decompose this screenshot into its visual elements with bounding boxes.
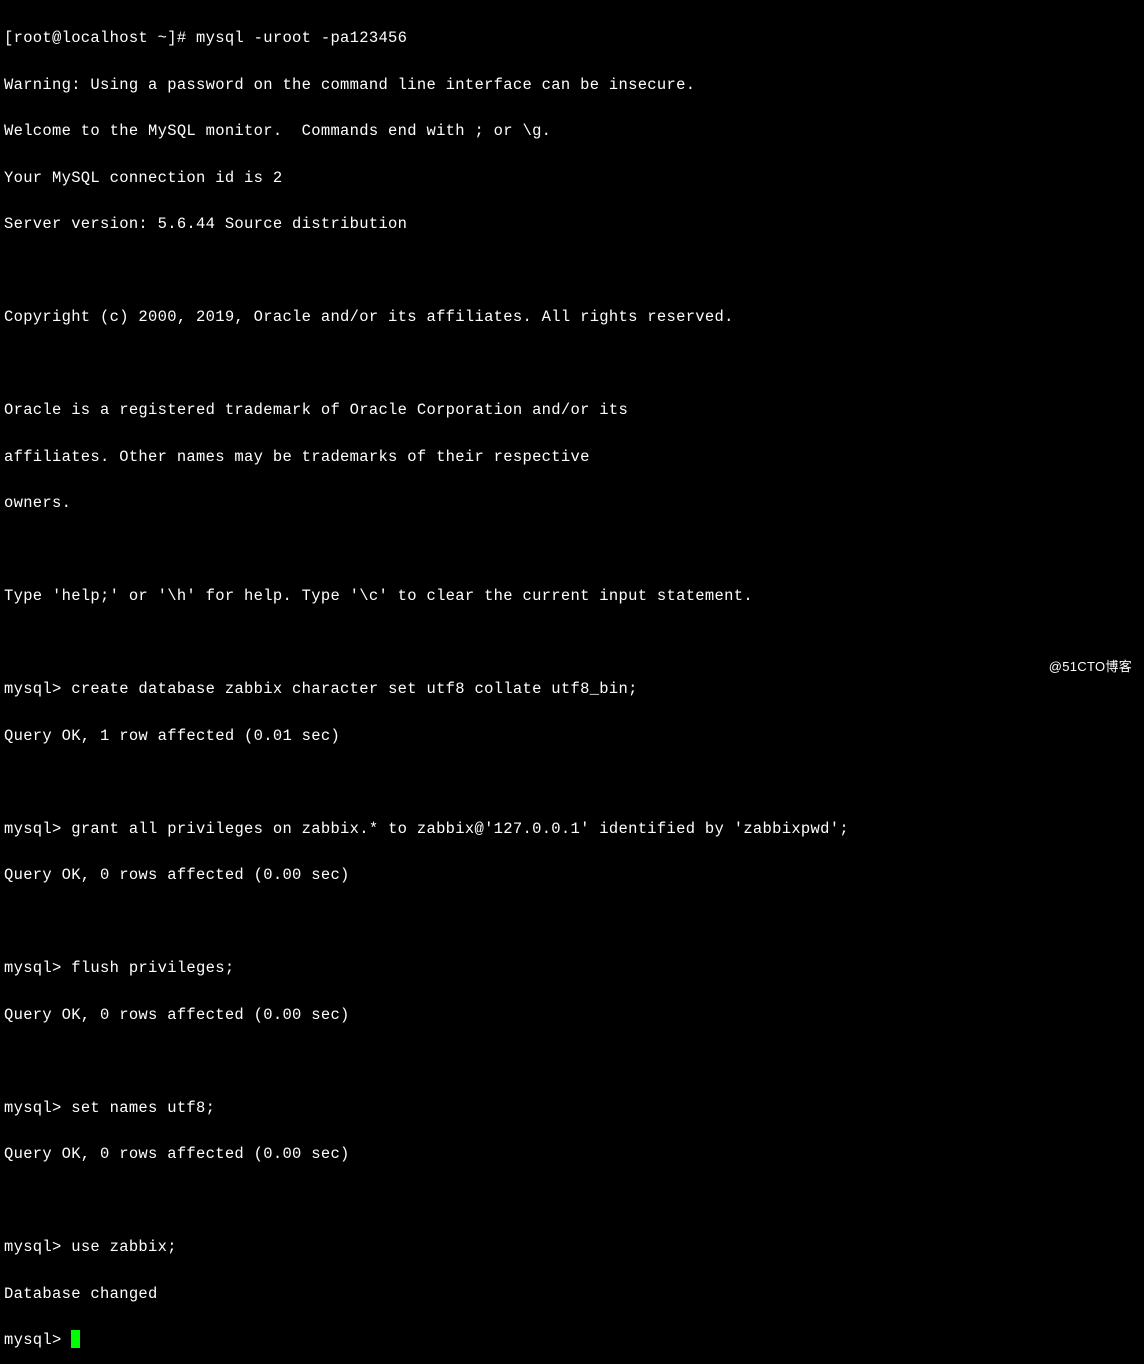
mysql-prompt: mysql>	[4, 1238, 71, 1256]
blank-line	[4, 353, 1140, 376]
terminal-output[interactable]: [root@localhost ~]# mysql -uroot -pa1234…	[4, 4, 1140, 1364]
mysql-prompt-active[interactable]: mysql>	[4, 1329, 1140, 1352]
watermark-text: @51CTO博客	[1049, 657, 1132, 677]
warning-line: Warning: Using a password on the command…	[4, 74, 1140, 97]
mysql-result-5: Database changed	[4, 1283, 1140, 1306]
mysql-result-4: Query OK, 0 rows affected (0.00 sec)	[4, 1143, 1140, 1166]
mysql-result-1: Query OK, 1 row affected (0.01 sec)	[4, 725, 1140, 748]
copyright-line: Copyright (c) 2000, 2019, Oracle and/or …	[4, 306, 1140, 329]
blank-line	[4, 539, 1140, 562]
blank-line	[4, 1190, 1140, 1213]
trademark-line-1: Oracle is a registered trademark of Orac…	[4, 399, 1140, 422]
mysql-prompt: mysql>	[4, 680, 71, 698]
shell-prompt: [root@localhost ~]#	[4, 29, 196, 47]
mysql-result-3: Query OK, 0 rows affected (0.00 sec)	[4, 1004, 1140, 1027]
mysql-prompt: mysql>	[4, 1099, 71, 1117]
blank-line	[4, 1050, 1140, 1073]
shell-command: mysql -uroot -pa123456	[196, 29, 407, 47]
sql-command: create database zabbix character set utf…	[71, 680, 638, 698]
trademark-line-2: affiliates. Other names may be trademark…	[4, 446, 1140, 469]
mysql-prompt: mysql>	[4, 1331, 71, 1349]
blank-line	[4, 911, 1140, 934]
blank-line	[4, 260, 1140, 283]
welcome-line-2: Your MySQL connection id is 2	[4, 167, 1140, 190]
mysql-cmd-2: mysql> grant all privileges on zabbix.* …	[4, 818, 1140, 841]
trademark-line-3: owners.	[4, 492, 1140, 515]
cursor-icon	[71, 1330, 80, 1348]
shell-prompt-line: [root@localhost ~]# mysql -uroot -pa1234…	[4, 27, 1140, 50]
mysql-cmd-4: mysql> set names utf8;	[4, 1097, 1140, 1120]
help-line: Type 'help;' or '\h' for help. Type '\c'…	[4, 585, 1140, 608]
sql-command: grant all privileges on zabbix.* to zabb…	[71, 820, 849, 838]
welcome-line-3: Server version: 5.6.44 Source distributi…	[4, 213, 1140, 236]
mysql-prompt: mysql>	[4, 959, 71, 977]
blank-line	[4, 632, 1140, 655]
mysql-result-2: Query OK, 0 rows affected (0.00 sec)	[4, 864, 1140, 887]
mysql-cmd-5: mysql> use zabbix;	[4, 1236, 1140, 1259]
mysql-prompt: mysql>	[4, 820, 71, 838]
mysql-cmd-3: mysql> flush privileges;	[4, 957, 1140, 980]
blank-line	[4, 771, 1140, 794]
welcome-line-1: Welcome to the MySQL monitor. Commands e…	[4, 120, 1140, 143]
sql-command: flush privileges;	[71, 959, 234, 977]
sql-command: use zabbix;	[71, 1238, 177, 1256]
sql-command: set names utf8;	[71, 1099, 215, 1117]
